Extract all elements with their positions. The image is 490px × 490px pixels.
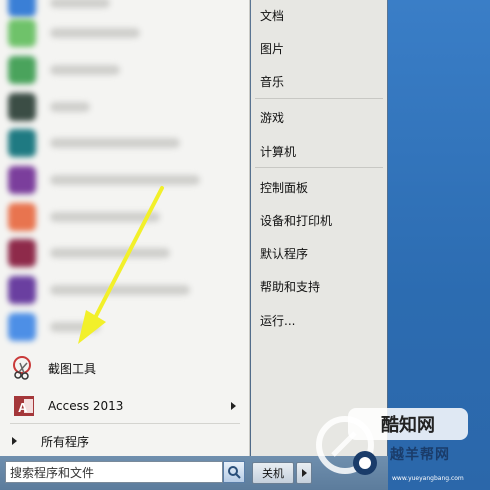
all-programs-label: 所有程序 xyxy=(41,434,90,449)
menu-item-computer[interactable]: 计算机 xyxy=(260,139,378,163)
submenu-arrow-icon xyxy=(231,402,236,410)
blurred-program-item[interactable] xyxy=(8,92,240,122)
menu-item-help-support[interactable]: 帮助和支持 xyxy=(260,274,378,298)
scissors-icon xyxy=(10,354,38,382)
watermark-url: www.yueyangbang.com xyxy=(392,475,464,482)
menu-item-music[interactable]: 音乐 xyxy=(260,69,378,93)
menu-item-control-panel[interactable]: 控制面板 xyxy=(260,175,378,199)
blurred-app-icon xyxy=(8,19,36,47)
blurred-program-item[interactable] xyxy=(8,0,240,18)
blurred-app-icon xyxy=(8,276,36,304)
search-placeholder: 搜索程序和文件 xyxy=(10,465,95,480)
menu-item-run[interactable]: 运行... xyxy=(260,308,378,332)
blurred-app-icon xyxy=(8,239,36,267)
watermark-text: 越羊帮网 xyxy=(390,447,450,463)
shutdown-button[interactable]: 关机 xyxy=(252,462,294,484)
blurred-program-item[interactable] xyxy=(8,55,240,85)
shutdown-options-button[interactable] xyxy=(296,462,312,484)
blurred-app-icon xyxy=(8,0,36,17)
separator xyxy=(10,423,240,424)
blurred-program-item[interactable] xyxy=(8,275,240,305)
triangle-right-icon xyxy=(301,469,307,477)
shutdown-label: 关机 xyxy=(262,467,284,480)
program-label: Access 2013 xyxy=(48,399,124,413)
menu-item-devices-printers[interactable]: 设备和打印机 xyxy=(260,208,378,232)
separator xyxy=(255,167,383,168)
program-item-snipping-tool[interactable]: 截图工具 xyxy=(4,351,244,385)
menu-item-games[interactable]: 游戏 xyxy=(260,105,378,129)
blurred-app-icon xyxy=(8,166,36,194)
blurred-program-item[interactable] xyxy=(8,312,240,342)
program-label: 截图工具 xyxy=(48,361,97,376)
blurred-app-icon xyxy=(8,313,36,341)
program-item-access[interactable]: A Access 2013 xyxy=(4,389,244,423)
separator xyxy=(255,98,383,99)
magnifier-icon xyxy=(228,466,241,479)
blurred-program-item[interactable] xyxy=(8,202,240,232)
all-programs-button[interactable]: 所有程序 xyxy=(4,428,244,454)
blurred-program-item[interactable] xyxy=(8,165,240,195)
access-icon: A xyxy=(10,392,38,420)
menu-item-documents[interactable]: 文档 xyxy=(260,3,378,27)
start-menu-bottom-bar: 搜索程序和文件 关机 xyxy=(0,456,388,490)
blurred-app-icon xyxy=(8,129,36,157)
triangle-right-icon xyxy=(12,437,17,445)
blurred-app-icon xyxy=(8,93,36,121)
blurred-app-icon xyxy=(8,203,36,231)
blurred-app-icon xyxy=(8,56,36,84)
menu-item-pictures[interactable]: 图片 xyxy=(260,36,378,60)
svg-text:A: A xyxy=(18,400,28,415)
search-button[interactable] xyxy=(223,461,245,483)
menu-item-default-programs[interactable]: 默认程序 xyxy=(260,241,378,265)
watermark-badge: 酷知网 xyxy=(348,408,468,440)
search-input[interactable]: 搜索程序和文件 xyxy=(5,461,223,483)
blurred-program-item[interactable] xyxy=(8,18,240,48)
start-menu-left-pane: 截图工具 A Access 2013 所有程序 xyxy=(0,0,250,456)
blurred-program-item[interactable] xyxy=(8,238,240,268)
blurred-program-item[interactable] xyxy=(8,128,240,158)
